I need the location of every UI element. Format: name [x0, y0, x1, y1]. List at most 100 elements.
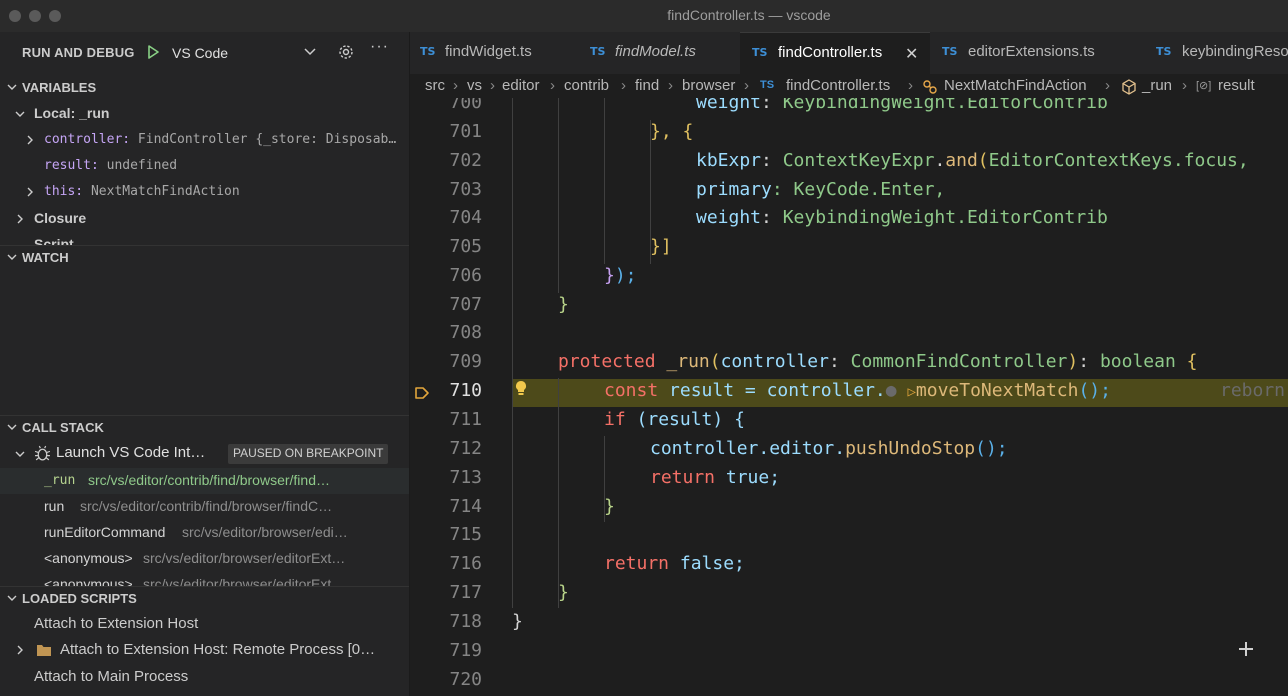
- variable-row[interactable]: this: NextMatchFindAction: [0, 179, 409, 205]
- tab-findcontroller[interactable]: TS findController.ts ✕: [740, 32, 930, 74]
- stack-frame[interactable]: _run src/vs/editor/contrib/find/browser/…: [0, 468, 409, 494]
- breadcrumb-item[interactable]: browser: [682, 77, 735, 94]
- scope-label: Closure: [34, 210, 87, 226]
- scope-label: Local: _run: [34, 105, 110, 121]
- tab-keybindingresolver[interactable]: TS keybindingReso: [1142, 32, 1288, 74]
- breadcrumb-item[interactable]: vs: [467, 77, 482, 94]
- breadcrumb-separator-icon: ›: [490, 77, 495, 94]
- variable-value: FindController {_store: Disposab…: [137, 132, 397, 147]
- chevron-down-icon[interactable]: [302, 43, 318, 59]
- debug-sidebar: RUN AND DEBUG VS Code ··· VARIABLES Loca…: [0, 32, 410, 696]
- editor-tabs: TS findWidget.ts TS findModel.ts TS find…: [410, 32, 1288, 74]
- paused-breakpoint-icon[interactable]: [414, 385, 430, 401]
- code-line: }: [558, 294, 569, 315]
- code-line: controller.editor.pushUndoStop();: [650, 438, 1008, 459]
- chevron-right-icon: [27, 187, 33, 197]
- indent-guide: [558, 98, 559, 293]
- loaded-scripts-section-header[interactable]: LOADED SCRIPTS: [0, 586, 409, 610]
- line-number: 704: [449, 207, 482, 228]
- loaded-script-item[interactable]: Attach to Main Process: [0, 664, 409, 690]
- chevron-down-icon: [7, 84, 17, 90]
- breadcrumb-item[interactable]: _run: [1142, 77, 1172, 94]
- breadcrumb-item[interactable]: findController.ts: [786, 77, 890, 94]
- line-number: 719: [449, 640, 482, 661]
- code-line: primary: KeyCode.Enter,: [696, 179, 946, 200]
- breadcrumb-item[interactable]: editor: [502, 77, 540, 94]
- variable-row[interactable]: result: undefined: [0, 153, 409, 179]
- variable-name: result:: [44, 158, 99, 173]
- breadcrumb-item[interactable]: result: [1218, 77, 1255, 94]
- debug-bug-icon: [34, 445, 51, 461]
- variables-section-title: VARIABLES: [22, 80, 97, 95]
- breadcrumb-separator-icon: ›: [908, 77, 913, 94]
- loaded-script-label: Attach to Extension Host: [34, 615, 199, 632]
- breadcrumb-separator-icon: ›: [1105, 77, 1110, 94]
- scope-closure[interactable]: Closure: [0, 206, 409, 232]
- frame-function: <anonymous>: [44, 576, 133, 586]
- stack-frame[interactable]: runEditorCommand src/vs/editor/browser/e…: [0, 520, 409, 546]
- close-tab-icon[interactable]: ✕: [905, 44, 918, 64]
- lightbulb-icon[interactable]: [512, 378, 530, 400]
- frame-function: <anonymous>: [44, 550, 133, 566]
- loaded-script-label: Attach to Extension Host: Remote Process…: [60, 641, 376, 658]
- breadcrumb-item[interactable]: contrib: [564, 77, 609, 94]
- chevron-right-icon: [27, 135, 33, 145]
- breadcrumb-item[interactable]: src: [425, 77, 445, 94]
- variables-section-header[interactable]: VARIABLES: [0, 76, 409, 100]
- call-stack-section-title: CALL STACK: [22, 420, 104, 435]
- loaded-script-item[interactable]: Attach to Extension Host: Remote Process…: [0, 637, 409, 663]
- breadcrumb-separator-icon: ›: [744, 77, 749, 94]
- window-title: findController.ts — vscode: [667, 7, 831, 23]
- variable-row[interactable]: controller: FindController {_store: Disp…: [0, 127, 409, 153]
- start-debugging-icon[interactable]: [145, 44, 161, 60]
- code-line: return false;: [604, 553, 745, 574]
- more-actions-icon[interactable]: ···: [370, 38, 389, 56]
- frame-path: src/vs/editor/browser/editorExt…: [143, 576, 346, 586]
- launch-config-select[interactable]: VS Code: [172, 45, 228, 61]
- line-number: 709: [449, 351, 482, 372]
- line-number: 712: [449, 438, 482, 459]
- code-line: const result = controller.● ▷moveToNextM…: [604, 380, 1111, 401]
- code-line: protected _run(controller: CommonFindCon…: [558, 351, 1198, 372]
- breadcrumb-item[interactable]: NextMatchFindAction: [944, 77, 1087, 94]
- typescript-icon: TS: [1156, 45, 1172, 58]
- variable-name: controller:: [44, 132, 131, 147]
- scope-script[interactable]: Script: [0, 233, 409, 245]
- line-number: 702: [449, 150, 482, 171]
- line-number: 717: [449, 582, 482, 603]
- line-number: 720: [449, 669, 482, 690]
- line-number: 713: [449, 467, 482, 488]
- breadcrumb-item[interactable]: find: [635, 77, 659, 94]
- frame-path: src/vs/editor/browser/editorExt…: [143, 550, 346, 566]
- line-number: 716: [449, 553, 482, 574]
- gear-icon[interactable]: [337, 43, 355, 61]
- inline-blame-text: reborn: [1220, 380, 1286, 401]
- call-stack-section-header[interactable]: CALL STACK: [0, 415, 409, 439]
- stack-frame[interactable]: <anonymous> src/vs/editor/browser/editor…: [0, 546, 409, 572]
- tab-editorextensions[interactable]: TS editorExtensions.ts: [930, 32, 1142, 74]
- tab-label: findModel.ts: [615, 43, 696, 60]
- code-editor[interactable]: 700 701 702 703 704 705 706 707 708 709 …: [410, 98, 1288, 696]
- plus-icon[interactable]: [1237, 640, 1255, 658]
- stack-frame[interactable]: run src/vs/editor/contrib/find/browser/f…: [0, 494, 409, 520]
- typescript-icon: TS: [420, 45, 436, 58]
- breadcrumb-separator-icon: ›: [550, 77, 555, 94]
- loaded-script-item[interactable]: Attach to Extension Host: [0, 611, 409, 637]
- scope-local[interactable]: Local: _run: [0, 101, 409, 127]
- tab-label: keybindingReso: [1182, 43, 1288, 60]
- code-line: weight: KeybindingWeight.EditorContrib: [696, 98, 1108, 113]
- code-line: }]: [650, 236, 672, 257]
- debug-toolbar: RUN AND DEBUG VS Code ···: [0, 32, 409, 73]
- tab-findmodel[interactable]: TS findModel.ts: [580, 32, 740, 74]
- variable-value: NextMatchFindAction: [90, 184, 240, 199]
- code-line: return true;: [650, 467, 781, 488]
- variable-value: undefined: [106, 158, 178, 173]
- frame-path: src/vs/editor/contrib/find/browser/find…: [88, 472, 330, 488]
- watch-section-header[interactable]: WATCH: [0, 245, 409, 269]
- line-number: 706: [449, 265, 482, 286]
- code-line: weight: KeybindingWeight.EditorContrib: [696, 207, 1108, 228]
- tab-findwidget[interactable]: TS findWidget.ts: [410, 32, 580, 74]
- stack-frame[interactable]: <anonymous> src/vs/editor/browser/editor…: [0, 572, 409, 586]
- frame-path: src/vs/editor/contrib/find/browser/findC…: [80, 498, 333, 514]
- typescript-icon: TS: [590, 45, 606, 58]
